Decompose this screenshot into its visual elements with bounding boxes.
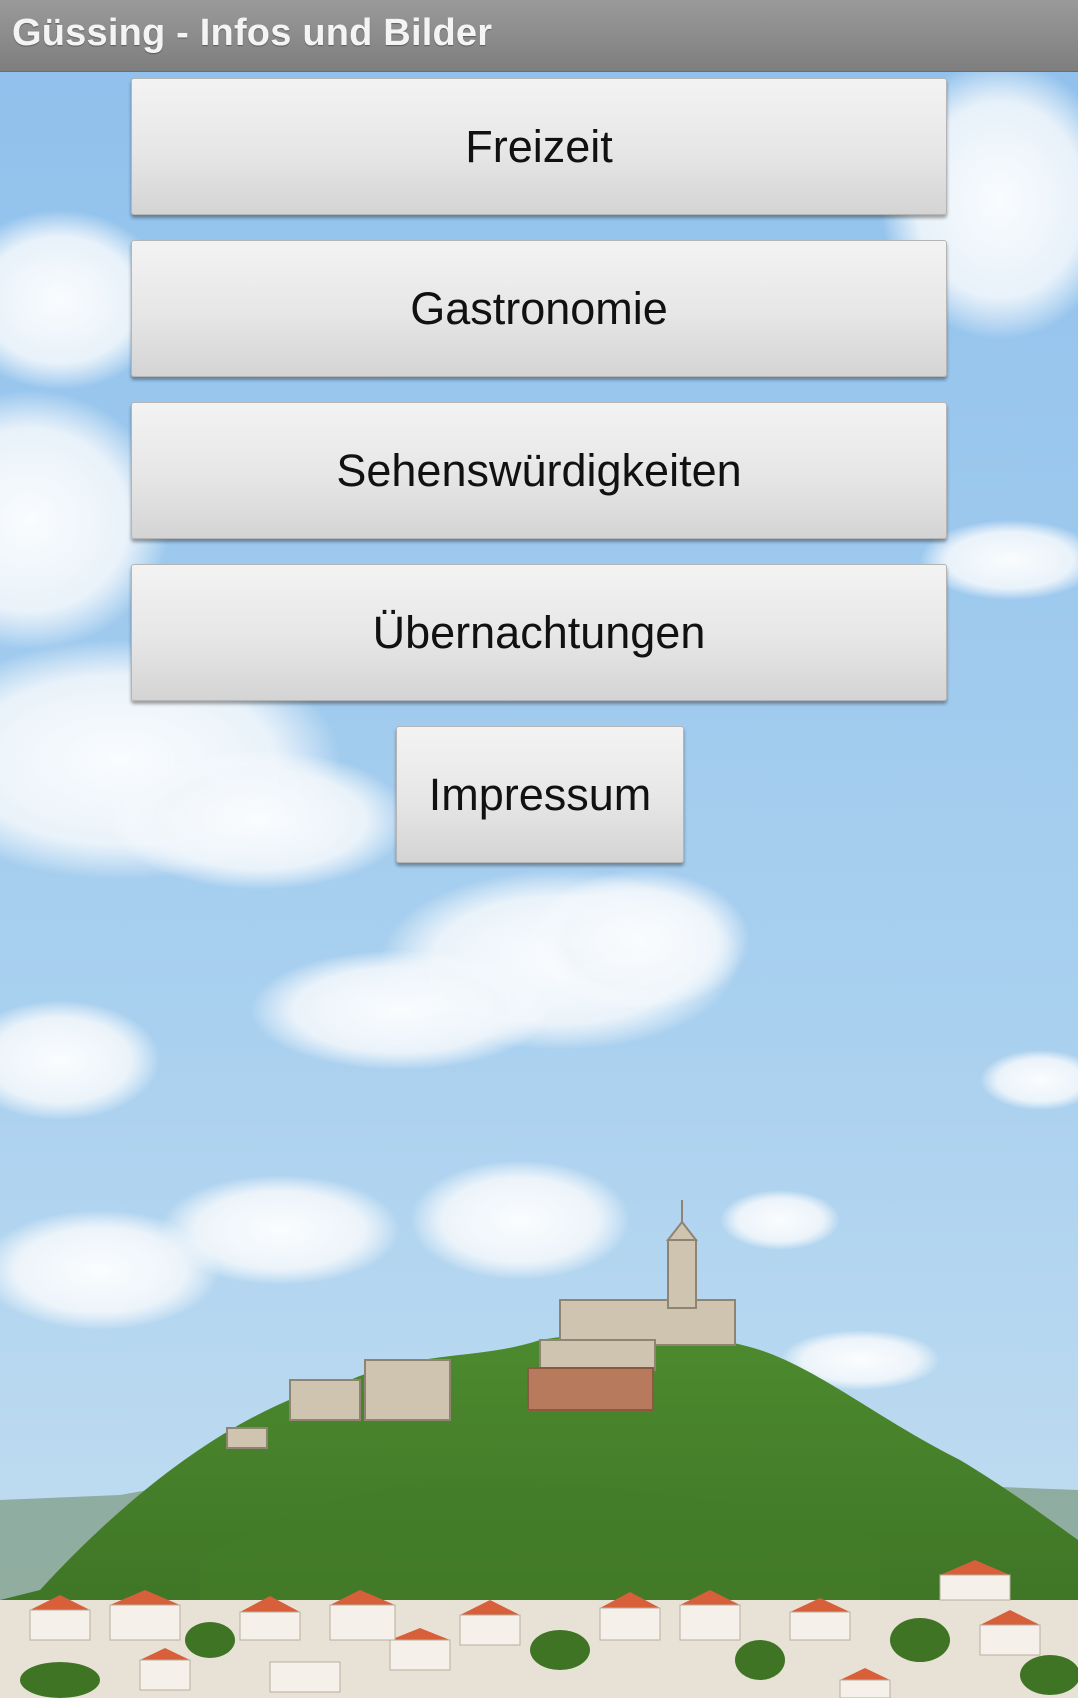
sehenswuerdigkeiten-button[interactable]: Sehenswürdigkeiten bbox=[131, 402, 947, 539]
gastronomie-button[interactable]: Gastronomie bbox=[131, 240, 947, 377]
uebernachtungen-button[interactable]: Übernachtungen bbox=[131, 564, 947, 701]
impressum-button[interactable]: Impressum bbox=[396, 726, 684, 863]
title-bar: Güssing - Infos und Bilder bbox=[0, 0, 1078, 72]
app-title: Güssing - Infos und Bilder bbox=[12, 12, 493, 54]
freizeit-button[interactable]: Freizeit bbox=[131, 78, 947, 215]
